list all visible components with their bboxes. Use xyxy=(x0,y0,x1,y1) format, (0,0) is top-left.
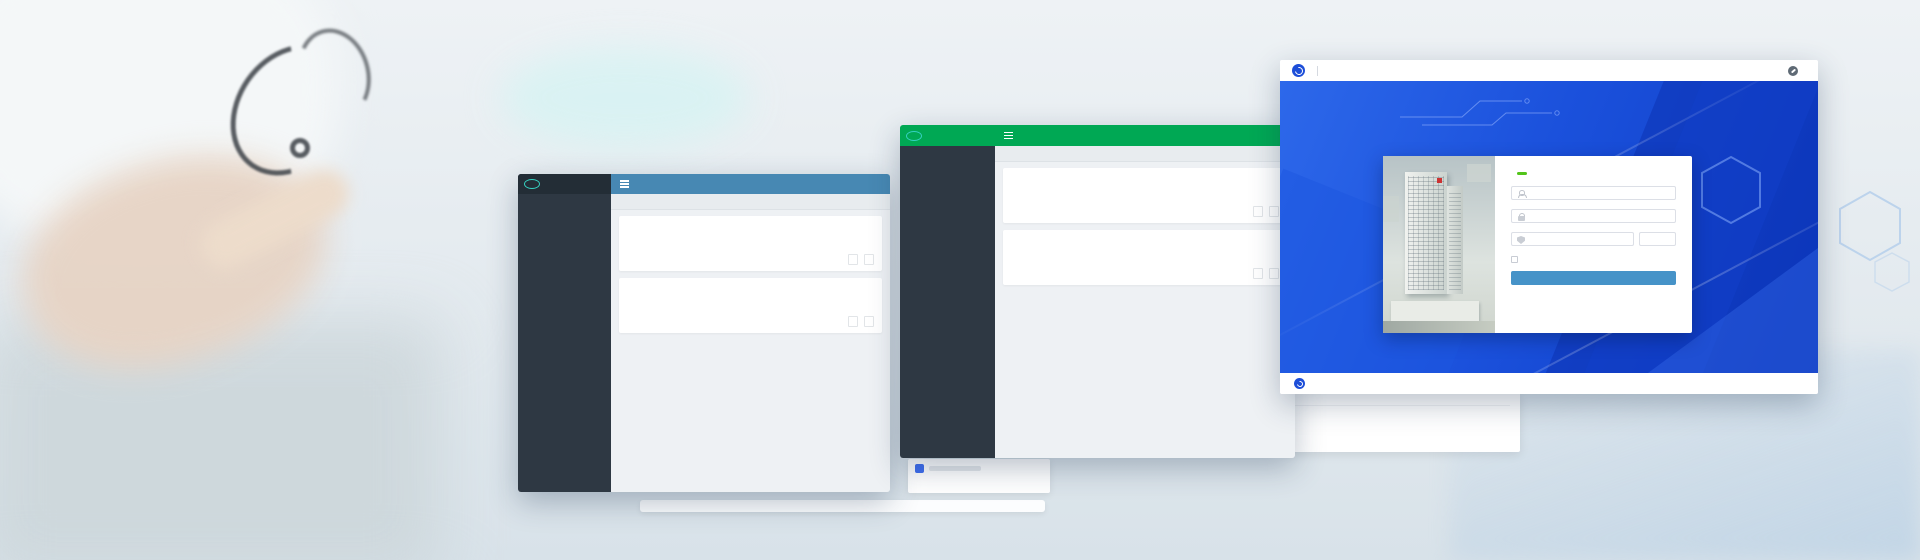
feed-item xyxy=(1293,397,1510,406)
photo-shadow xyxy=(0,320,440,560)
building-block xyxy=(1467,164,1491,182)
sidebar xyxy=(900,146,995,458)
hospital-building-image xyxy=(1383,156,1495,333)
tab-scroll-left-icon[interactable] xyxy=(997,146,1003,161)
prev-page-button[interactable] xyxy=(848,316,858,327)
pagination xyxy=(627,312,874,327)
feed-item xyxy=(1293,406,1510,414)
background-window-edge xyxy=(640,500,1045,512)
red-cross-emblem xyxy=(1437,178,1442,183)
category-badge xyxy=(1517,172,1527,175)
next-page-button[interactable] xyxy=(864,316,874,327)
prev-page-button[interactable] xyxy=(1253,268,1263,279)
pagination xyxy=(1011,264,1279,279)
pagination xyxy=(1011,202,1279,217)
username-input[interactable] xyxy=(1528,190,1675,197)
shield-icon xyxy=(1517,236,1525,244)
app-logo xyxy=(518,174,611,194)
inventory-warning-card xyxy=(619,278,882,333)
sidebar xyxy=(518,174,611,492)
activity-feed-card xyxy=(1283,392,1520,452)
app-header xyxy=(611,174,890,194)
next-page-button[interactable] xyxy=(1269,268,1279,279)
menu-toggle-icon[interactable] xyxy=(620,180,629,188)
stethoscope-chestpiece-icon xyxy=(290,138,310,158)
tab-bar xyxy=(995,146,1295,162)
login-card xyxy=(1383,156,1692,333)
hexagon-icon xyxy=(1874,252,1910,292)
prev-page-button[interactable] xyxy=(848,254,858,265)
inventory-warning-card xyxy=(1003,230,1287,285)
quick-link-text xyxy=(929,466,981,471)
window-admin-dashboard xyxy=(518,174,890,492)
lock-icon xyxy=(1517,213,1525,221)
login-topbar xyxy=(1280,60,1818,81)
captcha-question[interactable] xyxy=(1639,232,1676,246)
building-tower xyxy=(1405,172,1447,294)
quick-link-panel xyxy=(908,459,1050,493)
dashboard-content xyxy=(611,210,890,492)
tab-bar xyxy=(611,194,890,210)
logo-icon xyxy=(906,131,922,141)
login-banner xyxy=(1280,81,1818,373)
building-block xyxy=(1383,196,1399,222)
username-field[interactable] xyxy=(1511,186,1676,200)
remember-checkbox[interactable] xyxy=(1511,256,1518,263)
person-icon xyxy=(1517,190,1525,198)
circuit-lines-icon xyxy=(1400,89,1590,129)
doc-icon xyxy=(915,464,924,473)
captcha-input[interactable] xyxy=(1528,236,1633,243)
login-footer xyxy=(1280,373,1818,394)
brand-logo-icon xyxy=(1292,64,1305,77)
teal-glow-shape xyxy=(500,48,750,148)
dashboard-content xyxy=(995,162,1295,458)
tab-scroll-left-icon[interactable] xyxy=(613,194,619,209)
building-ground xyxy=(1383,321,1495,333)
captcha-field[interactable] xyxy=(1511,232,1634,246)
logo-icon xyxy=(524,179,540,189)
login-button[interactable] xyxy=(1511,271,1676,285)
table-header xyxy=(1011,190,1279,202)
building-tower xyxy=(1447,186,1463,294)
quick-link-row[interactable] xyxy=(915,464,1043,473)
request-plan-card xyxy=(1003,168,1287,223)
window-clinical-dashboard xyxy=(900,125,1295,458)
service-phone xyxy=(1788,66,1806,76)
next-page-button[interactable] xyxy=(1269,206,1279,217)
app-header xyxy=(900,125,1295,146)
app-logo xyxy=(900,125,1004,146)
table-header xyxy=(627,238,874,250)
building-podium xyxy=(1391,301,1479,321)
prev-page-button[interactable] xyxy=(1253,206,1263,217)
purchase-plan-card xyxy=(619,216,882,271)
table-header xyxy=(1011,252,1279,264)
divider xyxy=(1317,66,1318,76)
phone-icon xyxy=(1788,66,1798,76)
next-page-button[interactable] xyxy=(864,254,874,265)
hexagon-icon xyxy=(1700,155,1762,225)
pagination xyxy=(627,250,874,265)
password-input[interactable] xyxy=(1528,213,1675,220)
window-supplier-login xyxy=(1280,60,1818,394)
menu-toggle-icon[interactable] xyxy=(1004,132,1013,140)
login-form xyxy=(1495,156,1692,333)
brand-logo-icon xyxy=(1294,378,1305,389)
table-header xyxy=(627,300,874,312)
password-field[interactable] xyxy=(1511,209,1676,223)
